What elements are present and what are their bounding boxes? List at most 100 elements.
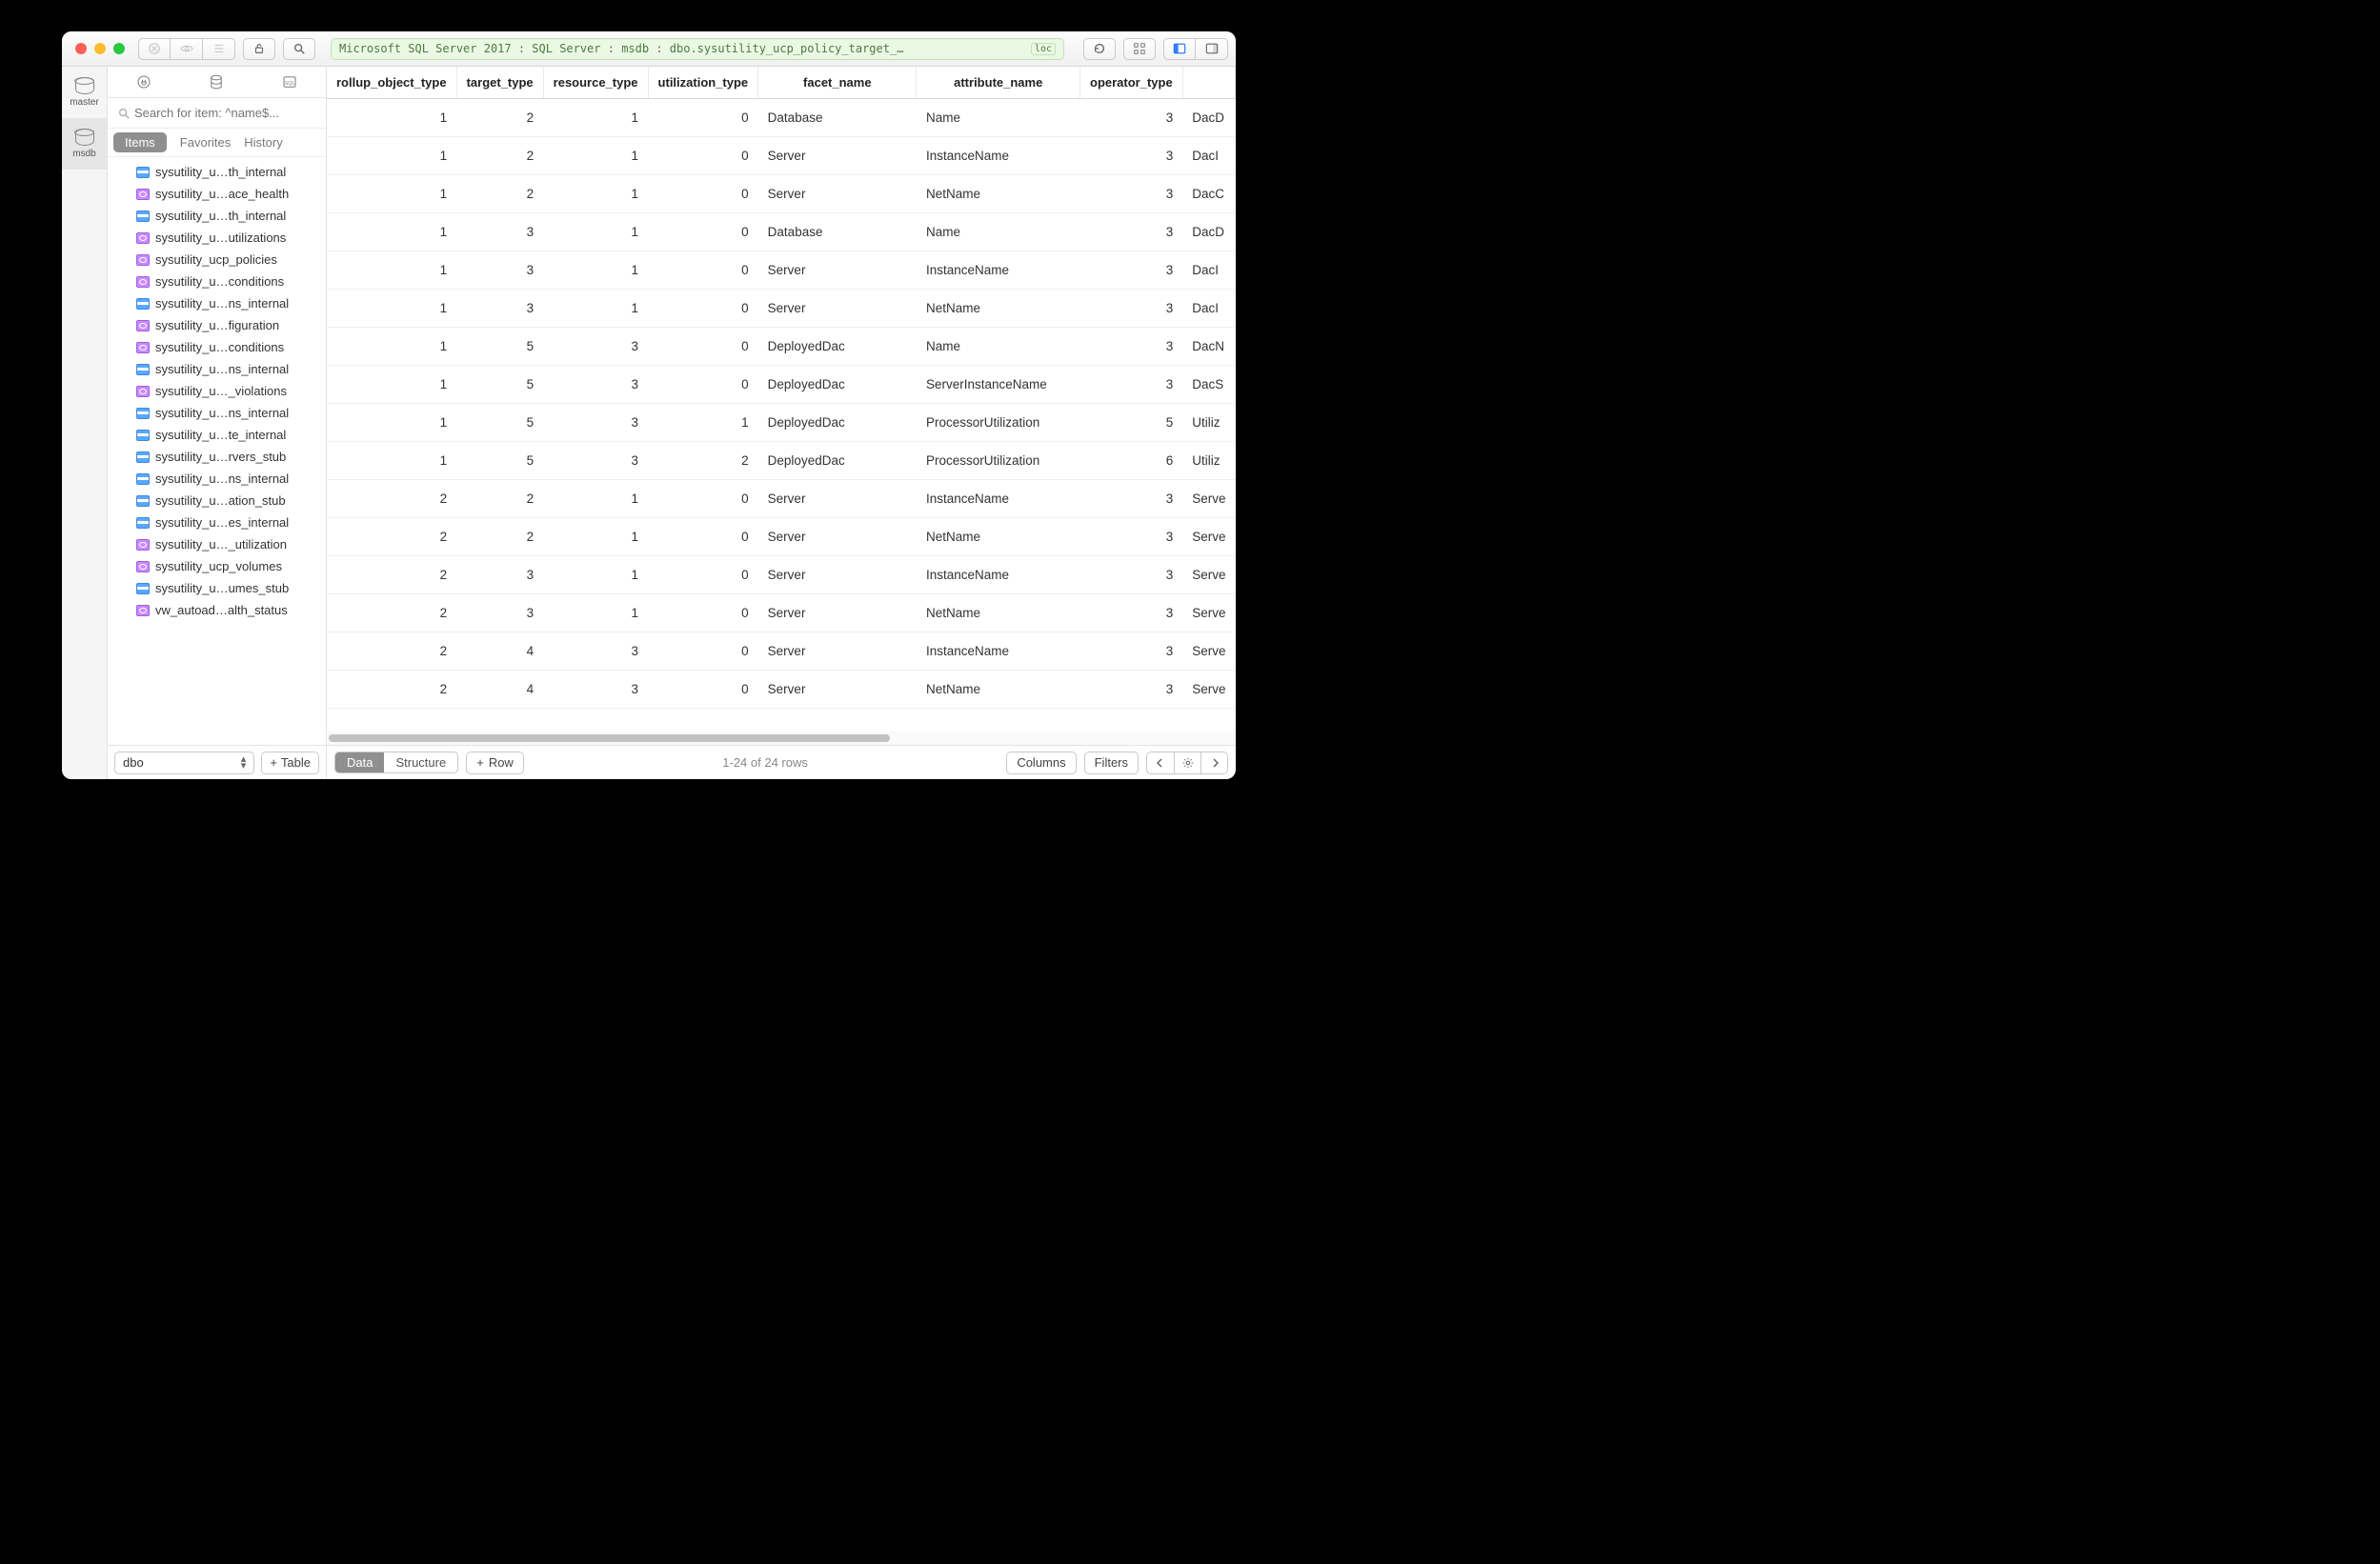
table-row[interactable]: 1310ServerNetName3DacI — [327, 289, 1236, 327]
tree-item[interactable]: sysutility_u…ation_stub — [108, 490, 326, 511]
cell-target_type[interactable]: 3 — [456, 593, 543, 632]
apps-button[interactable] — [1123, 38, 1156, 60]
cell-operator_type[interactable]: 3 — [1080, 98, 1183, 136]
sidebar-search-input[interactable] — [115, 106, 318, 120]
cell-resource_type[interactable]: 3 — [543, 441, 648, 479]
page-prev-button[interactable] — [1147, 752, 1174, 773]
cell-attribute_name[interactable]: InstanceName — [917, 251, 1080, 289]
column-header-operator_type[interactable]: operator_type — [1080, 67, 1183, 98]
cell-resource_type[interactable]: 1 — [543, 136, 648, 174]
cell-rollup_object_type[interactable]: 1 — [327, 441, 456, 479]
cell-rollup_object_type[interactable]: 1 — [327, 98, 456, 136]
table-row[interactable]: 2210ServerInstanceName3Serve — [327, 479, 1236, 517]
cell-utilization_type[interactable]: 0 — [648, 555, 758, 593]
cell-utilization_type[interactable]: 2 — [648, 441, 758, 479]
table-row[interactable]: 1530DeployedDacServerInstanceName3DacS — [327, 365, 1236, 403]
cell-attribute_name[interactable]: ProcessorUtilization — [917, 403, 1080, 441]
column-header-resource_type[interactable]: resource_type — [543, 67, 648, 98]
cell-target_type[interactable]: 3 — [456, 212, 543, 251]
page-settings-button[interactable] — [1174, 752, 1200, 773]
sidebar-tab-items[interactable]: Items — [113, 132, 167, 152]
close-window-button[interactable] — [75, 43, 87, 54]
cell-rollup_object_type[interactable]: 1 — [327, 251, 456, 289]
cell-facet_name[interactable]: Server — [758, 670, 917, 708]
tab-structure[interactable]: Structure — [384, 752, 457, 772]
table-row[interactable]: 2430ServerNetName3Serve — [327, 670, 1236, 708]
cell-operator_type[interactable]: 6 — [1080, 441, 1183, 479]
cell-extra[interactable]: Serve — [1182, 479, 1235, 517]
zoom-window-button[interactable] — [113, 43, 125, 54]
columns-button[interactable]: Columns — [1006, 752, 1076, 774]
cell-attribute_name[interactable]: NetName — [917, 517, 1080, 555]
table-row[interactable]: 2210ServerNetName3Serve — [327, 517, 1236, 555]
cell-operator_type[interactable]: 3 — [1080, 632, 1183, 670]
cell-utilization_type[interactable]: 0 — [648, 212, 758, 251]
cell-rollup_object_type[interactable]: 2 — [327, 593, 456, 632]
list-button[interactable] — [203, 38, 235, 60]
cell-extra[interactable]: Serve — [1182, 517, 1235, 555]
cell-extra[interactable]: DacS — [1182, 365, 1235, 403]
connection-msdb[interactable]: msdb — [62, 118, 107, 170]
cell-utilization_type[interactable]: 0 — [648, 251, 758, 289]
cell-target_type[interactable]: 3 — [456, 289, 543, 327]
cell-extra[interactable]: DacI — [1182, 289, 1235, 327]
cell-rollup_object_type[interactable]: 1 — [327, 212, 456, 251]
cell-extra[interactable]: Serve — [1182, 632, 1235, 670]
cell-facet_name[interactable]: DeployedDac — [758, 403, 917, 441]
tree-item[interactable]: sysutility_u…utilizations — [108, 227, 326, 249]
toggle-left-panel-button[interactable] — [1163, 38, 1196, 60]
tree-item[interactable]: sysutility_ucp_policies — [108, 249, 326, 271]
reveal-button[interactable] — [171, 38, 203, 60]
tree-item[interactable]: sysutility_u…_violations — [108, 380, 326, 402]
cell-target_type[interactable]: 2 — [456, 517, 543, 555]
cell-extra[interactable]: Serve — [1182, 670, 1235, 708]
table-row[interactable]: 1532DeployedDacProcessorUtilization6Util… — [327, 441, 1236, 479]
cell-attribute_name[interactable]: Name — [917, 98, 1080, 136]
tree-item[interactable]: sysutility_u…conditions — [108, 271, 326, 292]
tree-item[interactable]: sysutility_u…te_internal — [108, 424, 326, 446]
tree-item[interactable]: sysutility_u…ns_internal — [108, 358, 326, 380]
cell-operator_type[interactable]: 3 — [1080, 670, 1183, 708]
scrollbar-thumb[interactable] — [329, 734, 890, 742]
column-header-facet_name[interactable]: facet_name — [758, 67, 917, 98]
cell-rollup_object_type[interactable]: 2 — [327, 632, 456, 670]
cell-attribute_name[interactable]: InstanceName — [917, 632, 1080, 670]
cell-resource_type[interactable]: 3 — [543, 365, 648, 403]
column-header-rollup_object_type[interactable]: rollup_object_type — [327, 67, 456, 98]
tree-item[interactable]: sysutility_u…es_internal — [108, 511, 326, 533]
cell-utilization_type[interactable]: 0 — [648, 517, 758, 555]
cell-facet_name[interactable]: Server — [758, 136, 917, 174]
cell-utilization_type[interactable]: 0 — [648, 632, 758, 670]
cell-resource_type[interactable]: 1 — [543, 251, 648, 289]
cell-attribute_name[interactable]: InstanceName — [917, 555, 1080, 593]
cell-resource_type[interactable]: 1 — [543, 98, 648, 136]
cell-attribute_name[interactable]: ProcessorUtilization — [917, 441, 1080, 479]
cell-operator_type[interactable]: 5 — [1080, 403, 1183, 441]
cell-rollup_object_type[interactable]: 1 — [327, 174, 456, 212]
cell-facet_name[interactable]: DeployedDac — [758, 365, 917, 403]
cell-rollup_object_type[interactable]: 2 — [327, 670, 456, 708]
cell-utilization_type[interactable]: 0 — [648, 289, 758, 327]
cell-resource_type[interactable]: 1 — [543, 593, 648, 632]
cell-rollup_object_type[interactable]: 1 — [327, 365, 456, 403]
tree-item[interactable]: sysutility_u…umes_stub — [108, 577, 326, 599]
cell-utilization_type[interactable]: 0 — [648, 174, 758, 212]
cell-extra[interactable]: Utiliz — [1182, 441, 1235, 479]
cell-attribute_name[interactable]: InstanceName — [917, 136, 1080, 174]
lock-button[interactable] — [243, 38, 275, 60]
tree-item[interactable]: sysutility_u…rvers_stub — [108, 446, 326, 468]
column-header-target_type[interactable]: target_type — [456, 67, 543, 98]
stop-button[interactable] — [138, 38, 171, 60]
cell-resource_type[interactable]: 1 — [543, 479, 648, 517]
cell-extra[interactable]: Serve — [1182, 555, 1235, 593]
cell-operator_type[interactable]: 3 — [1080, 174, 1183, 212]
filters-button[interactable]: Filters — [1084, 752, 1139, 774]
table-row[interactable]: 1310DatabaseName3DacD — [327, 212, 1236, 251]
cell-facet_name[interactable]: Server — [758, 174, 917, 212]
cell-operator_type[interactable]: 3 — [1080, 365, 1183, 403]
cell-resource_type[interactable]: 3 — [543, 632, 648, 670]
horizontal-scrollbar[interactable] — [327, 732, 1236, 745]
cell-operator_type[interactable]: 3 — [1080, 479, 1183, 517]
tree-item[interactable]: sysutility_u…th_internal — [108, 205, 326, 227]
cell-operator_type[interactable]: 3 — [1080, 212, 1183, 251]
